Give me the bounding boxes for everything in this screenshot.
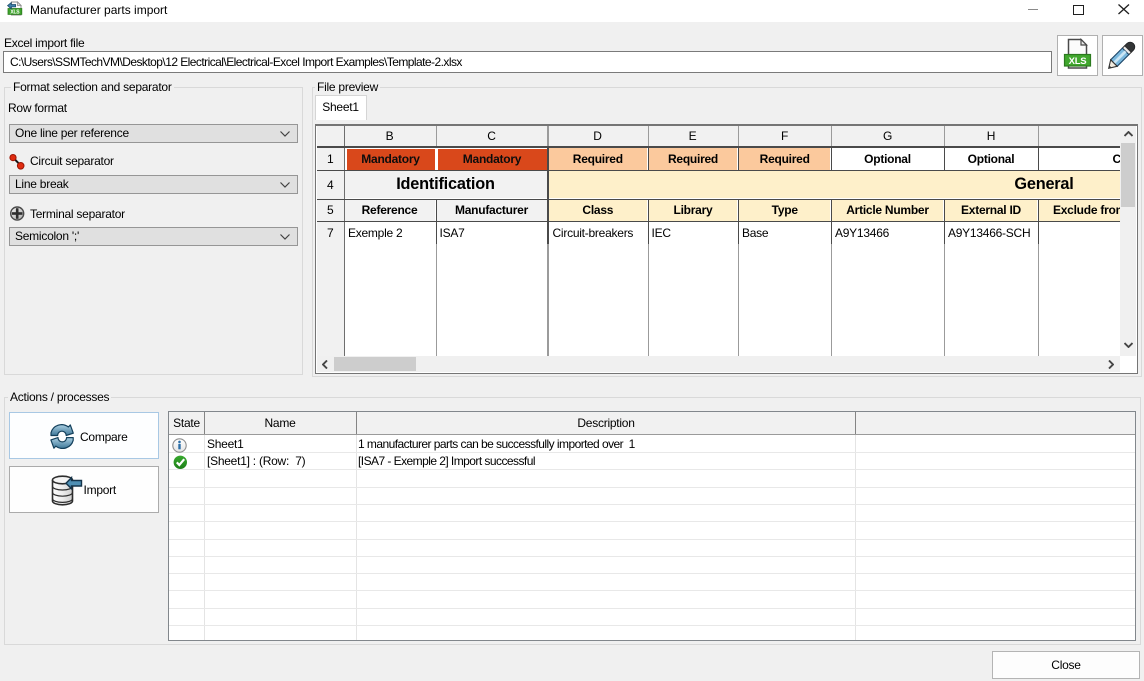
svg-text:XLS: XLS: [10, 9, 20, 15]
svg-text:XLS: XLS: [1069, 56, 1087, 67]
